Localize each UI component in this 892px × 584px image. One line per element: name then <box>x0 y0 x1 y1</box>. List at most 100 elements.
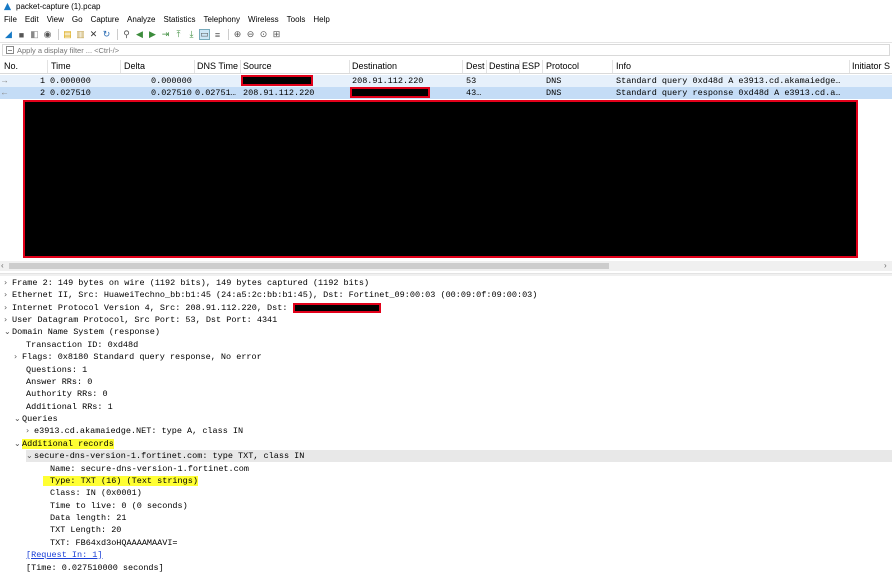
column-divider[interactable] <box>349 60 350 73</box>
field-answer-rrs[interactable]: Answer RRs: 0 <box>26 376 92 388</box>
column-header-protocol[interactable]: Protocol <box>546 61 579 71</box>
tree-item-dns[interactable]: ⌄Domain Name System (response) <box>4 326 160 338</box>
menu-analyze[interactable]: Analyze <box>127 15 155 24</box>
collapse-arrow-icon[interactable]: ⌄ <box>14 413 22 425</box>
field-txt-length[interactable]: TXT Length: 20 <box>50 524 121 536</box>
scroll-right-icon[interactable]: › <box>884 261 887 270</box>
filter-bookmark-icon[interactable] <box>6 46 14 54</box>
column-divider[interactable] <box>849 60 850 73</box>
resize-columns-icon[interactable]: ⊞ <box>271 29 282 40</box>
reload-file-icon[interactable]: ↻ <box>101 29 112 40</box>
column-divider[interactable] <box>542 60 543 73</box>
field-authority-rrs[interactable]: Authority RRs: 0 <box>26 388 108 400</box>
display-filter-input[interactable] <box>17 45 417 55</box>
column-header-info[interactable]: Info <box>616 61 631 71</box>
column-header-dns-time[interactable]: DNS Time <box>197 61 238 71</box>
column-header-dest-port[interactable]: Dest <box>466 61 485 71</box>
pane-splitter[interactable] <box>0 273 892 276</box>
go-last-icon[interactable]: ⤓ <box>186 29 197 40</box>
column-divider[interactable] <box>612 60 613 73</box>
find-packet-icon[interactable]: ⚲ <box>121 29 132 40</box>
scroll-left-icon[interactable]: ‹ <box>1 261 4 270</box>
column-header-destination[interactable]: Destination <box>352 61 397 71</box>
restart-capture-icon[interactable]: ◧ <box>29 29 40 40</box>
menu-tools[interactable]: Tools <box>287 15 306 24</box>
colorize-icon[interactable]: ≡ <box>212 29 223 40</box>
menu-telephony[interactable]: Telephony <box>204 15 240 24</box>
expand-arrow-icon[interactable]: › <box>4 314 12 326</box>
link-request-in[interactable]: [Request In: 1] <box>26 549 103 561</box>
column-divider[interactable] <box>486 60 487 73</box>
packet-delta: 0.000000 <box>151 76 192 86</box>
field-ttl[interactable]: Time to live: 0 (0 seconds) <box>50 500 188 512</box>
menu-wireless[interactable]: Wireless <box>248 15 279 24</box>
field-data-length[interactable]: Data length: 21 <box>50 512 127 524</box>
go-back-icon[interactable]: ◀ <box>134 29 145 40</box>
tree-item-ethernet[interactable]: › Ethernet II, Src: HuaweiTechno_bb:b1:45… <box>4 289 537 301</box>
expand-arrow-icon[interactable]: › <box>4 302 12 314</box>
field-additional-rrs[interactable]: Additional RRs: 1 <box>26 401 113 413</box>
column-header-esp[interactable]: ESP <box>522 61 540 71</box>
packet-list-hscrollbar[interactable]: ‹ › <box>0 261 892 271</box>
column-divider[interactable] <box>519 60 520 73</box>
column-header-no[interactable]: No. <box>4 61 18 71</box>
collapse-arrow-icon[interactable]: ⌄ <box>14 438 22 450</box>
tree-item-frame[interactable]: › Frame 2: 149 bytes on wire (1192 bits),… <box>4 277 369 289</box>
go-first-icon[interactable]: ⤒ <box>173 29 184 40</box>
column-divider[interactable] <box>47 60 48 73</box>
tree-item-query[interactable]: › e3913.cd.akamaiedge.NET: type A, class … <box>26 425 243 437</box>
go-forward-icon[interactable]: ▶ <box>147 29 158 40</box>
menu-capture[interactable]: Capture <box>91 15 119 24</box>
menu-file[interactable]: File <box>4 15 17 24</box>
tree-item-txt-record[interactable]: ⌄secure-dns-version-1.fortinet.com: type… <box>26 450 892 462</box>
column-header-time[interactable]: Time <box>51 61 71 71</box>
collapse-arrow-icon[interactable]: ⌄ <box>4 326 12 338</box>
zoom-in-icon[interactable]: ⊕ <box>232 29 243 40</box>
tree-item-additional-records[interactable]: ⌄Additional records <box>14 438 114 450</box>
tree-item-udp[interactable]: › User Datagram Protocol, Src Port: 53, D… <box>4 314 277 326</box>
field-time[interactable]: [Time: 0.027510000 seconds] <box>26 562 164 574</box>
column-header-initiator[interactable]: Initiator S <box>852 61 890 71</box>
open-file-icon[interactable]: ▤ <box>62 29 73 40</box>
tree-item-queries[interactable]: ⌄Queries <box>14 413 58 425</box>
column-header-delta[interactable]: Delta <box>124 61 145 71</box>
field-questions[interactable]: Questions: 1 <box>26 364 87 376</box>
stop-capture-icon[interactable]: ■ <box>16 29 27 40</box>
packet-row[interactable]: → 1 0.000000 0.000000 208.91.112.220 53 … <box>0 75 892 87</box>
packet-delta: 0.027510 <box>151 88 192 98</box>
zoom-out-icon[interactable]: ⊖ <box>245 29 256 40</box>
field-txt[interactable]: TXT: FB64xd3oHQAAAAMAAVI= <box>50 537 178 549</box>
field-name[interactable]: Name: secure-dns-version-1.fortinet.com <box>50 463 249 475</box>
save-file-icon[interactable]: ▥ <box>75 29 86 40</box>
expand-arrow-icon[interactable]: › <box>4 289 12 301</box>
autoscroll-icon[interactable]: ▭ <box>199 29 210 40</box>
start-capture-icon[interactable]: ◢ <box>3 29 14 40</box>
expand-arrow-icon[interactable]: › <box>14 351 22 363</box>
field-type[interactable]: Type: TXT (16) (Text strings) <box>43 475 198 487</box>
scrollbar-thumb[interactable] <box>9 263 609 269</box>
expand-arrow-icon[interactable]: › <box>4 277 12 289</box>
capture-options-icon[interactable]: ◉ <box>42 29 53 40</box>
close-file-icon[interactable]: ✕ <box>88 29 99 40</box>
column-header-source[interactable]: Source <box>243 61 272 71</box>
collapse-arrow-icon[interactable]: ⌄ <box>26 450 34 462</box>
field-transaction-id[interactable]: Transaction ID: 0xd48d <box>26 339 138 351</box>
packet-destination: 208.91.112.220 <box>352 76 424 86</box>
column-divider[interactable] <box>240 60 241 73</box>
column-header-destination-2[interactable]: Destina <box>489 61 520 71</box>
column-divider[interactable] <box>462 60 463 73</box>
column-divider[interactable] <box>120 60 121 73</box>
menu-statistics[interactable]: Statistics <box>164 15 196 24</box>
tree-item-flags[interactable]: › Flags: 0x8180 Standard query response, … <box>14 351 262 363</box>
zoom-normal-icon[interactable]: ⊙ <box>258 29 269 40</box>
menu-edit[interactable]: Edit <box>25 15 39 24</box>
menu-view[interactable]: View <box>47 15 64 24</box>
field-class[interactable]: Class: IN (0x0001) <box>50 487 142 499</box>
packet-row-selected[interactable]: ← 2 0.027510 0.027510 0.02751… 208.91.11… <box>0 87 892 99</box>
expand-arrow-icon[interactable]: › <box>26 425 34 437</box>
menu-help[interactable]: Help <box>313 15 329 24</box>
menu-go[interactable]: Go <box>72 15 83 24</box>
go-to-packet-icon[interactable]: ⇥ <box>160 29 171 40</box>
column-divider[interactable] <box>194 60 195 73</box>
tree-item-ip[interactable]: › Internet Protocol Version 4, Src: 208.9… <box>4 302 381 314</box>
